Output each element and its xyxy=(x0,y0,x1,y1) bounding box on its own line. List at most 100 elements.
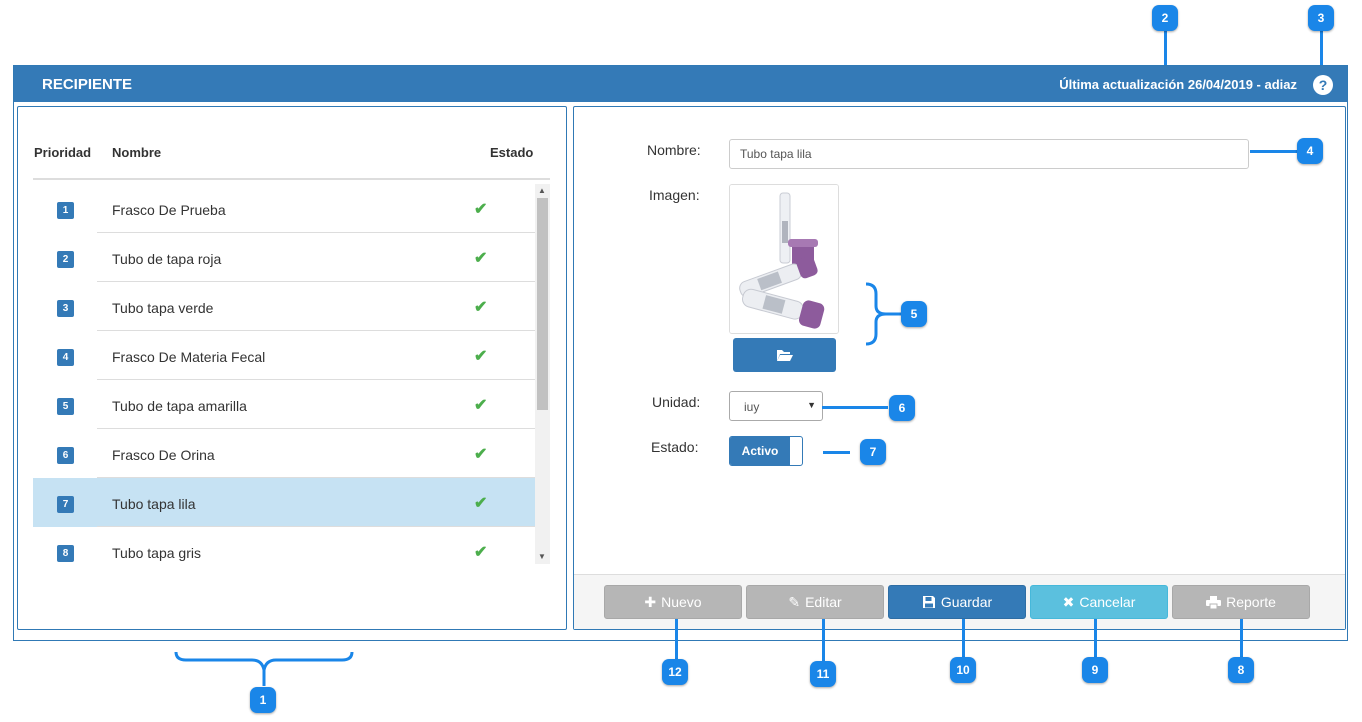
item-name: Tubo tapa gris xyxy=(112,545,201,561)
upload-image-button[interactable] xyxy=(733,338,836,372)
callout-2: 2 xyxy=(1152,5,1178,31)
callout-4-line xyxy=(1250,150,1298,153)
callout-8: 8 xyxy=(1228,657,1254,683)
scroll-thumb[interactable] xyxy=(537,198,548,410)
save-button-label: Guardar xyxy=(940,594,993,610)
item-name: Frasco De Orina xyxy=(112,447,215,463)
list-item[interactable]: 8 Tubo tapa gris ✔ xyxy=(33,527,535,564)
check-icon: ✔ xyxy=(474,348,488,365)
callout-7: 7 xyxy=(860,439,886,465)
scroll-down-icon[interactable]: ▼ xyxy=(538,553,546,561)
priority-badge: 6 xyxy=(57,447,74,464)
callout-3-line xyxy=(1320,30,1323,65)
name-label: Nombre: xyxy=(647,142,701,158)
callout-12-line xyxy=(675,619,678,661)
callout-5: 5 xyxy=(901,301,927,327)
pencil-icon: ✎ xyxy=(788,593,801,610)
list-item[interactable]: 4 Frasco De Materia Fecal ✔ xyxy=(33,331,535,380)
edit-button-label: Editar xyxy=(805,594,842,610)
page-title: RECIPIENTE xyxy=(42,76,133,93)
status-label: Estado: xyxy=(651,439,699,455)
recipient-form: Nombre: Imagen: xyxy=(573,106,1346,630)
item-name: Tubo de tapa amarilla xyxy=(112,398,247,414)
item-name: Frasco De Prueba xyxy=(112,202,226,218)
callout-7-line xyxy=(823,451,850,454)
callout-2-line xyxy=(1164,30,1167,65)
name-input[interactable] xyxy=(729,139,1249,169)
item-name: Frasco De Materia Fecal xyxy=(112,349,266,365)
x-icon: ✖ xyxy=(1062,593,1075,610)
new-button[interactable]: ✚ Nuevo xyxy=(604,585,742,619)
recipient-list: Prioridad Nombre Estado 1 Frasco De Prue… xyxy=(17,106,567,630)
list-scrollbar[interactable]: ▲ ▼ xyxy=(535,184,550,564)
callout-8-line xyxy=(1240,619,1243,661)
new-button-label: Nuevo xyxy=(661,594,702,610)
save-button[interactable]: Guardar xyxy=(888,585,1026,619)
edit-button[interactable]: ✎ Editar xyxy=(746,585,884,619)
callout-3: 3 xyxy=(1308,5,1334,31)
check-icon: ✔ xyxy=(474,250,488,267)
list-item[interactable]: 6 Frasco De Orina ✔ xyxy=(33,429,535,478)
callout-11-line xyxy=(822,619,825,661)
callout-1-brace xyxy=(174,651,354,686)
priority-badge: 5 xyxy=(57,398,74,415)
item-name: Tubo tapa lila xyxy=(112,496,196,512)
check-icon: ✔ xyxy=(474,446,488,463)
callout-11: 11 xyxy=(810,661,836,687)
priority-badge: 8 xyxy=(57,545,74,562)
unit-selected-value: iuy xyxy=(744,400,760,414)
last-update-text: Última actualización 26/04/2019 - adiaz xyxy=(1059,77,1297,92)
item-name: Tubo de tapa roja xyxy=(112,251,222,267)
callout-10: 10 xyxy=(950,657,976,683)
check-icon: ✔ xyxy=(474,544,488,561)
recipient-image xyxy=(729,184,839,334)
scroll-up-icon[interactable]: ▲ xyxy=(538,187,546,195)
callout-10-line xyxy=(962,619,965,657)
callout-6: 6 xyxy=(889,395,915,421)
check-icon: ✔ xyxy=(474,299,488,316)
list-item[interactable]: 3 Tubo tapa verde ✔ xyxy=(33,282,535,331)
cancel-button[interactable]: ✖ Cancelar xyxy=(1030,585,1168,619)
column-header-status: Estado xyxy=(490,145,534,160)
tube-image xyxy=(730,185,838,333)
priority-badge: 4 xyxy=(57,349,74,366)
floppy-disk-icon xyxy=(922,596,935,608)
panel-header: RECIPIENTE Última actualización 26/04/20… xyxy=(14,66,1347,102)
priority-badge: 2 xyxy=(57,251,74,268)
form-footer: ✚ Nuevo ✎ Editar Guardar ✖ Cancelar Repo… xyxy=(574,574,1345,629)
folder-open-icon xyxy=(776,350,793,361)
check-icon: ✔ xyxy=(474,495,488,512)
list-item-selected[interactable]: 7 Tubo tapa lila ✔ xyxy=(33,478,535,527)
report-button-label: Reporte xyxy=(1226,594,1276,610)
list-item[interactable]: 5 Tubo de tapa amarilla ✔ xyxy=(33,380,535,429)
priority-badge: 1 xyxy=(57,202,74,219)
header-divider xyxy=(33,178,550,180)
column-header-name: Nombre xyxy=(112,145,162,160)
item-name: Tubo tapa verde xyxy=(112,300,214,316)
printer-icon xyxy=(1206,595,1222,609)
plus-icon: ✚ xyxy=(644,593,657,610)
callout-5-brace xyxy=(865,282,902,346)
column-header-priority: Prioridad xyxy=(34,145,92,160)
chevron-down-icon: ▼ xyxy=(807,400,816,410)
priority-badge: 3 xyxy=(57,300,74,317)
unit-label: Unidad: xyxy=(652,394,701,410)
priority-badge: 7 xyxy=(57,496,74,513)
image-label: Imagen: xyxy=(649,187,700,203)
callout-9: 9 xyxy=(1082,657,1108,683)
status-toggle-label: Activo xyxy=(730,437,790,465)
list-item[interactable]: 2 Tubo de tapa roja ✔ xyxy=(33,233,535,282)
list-rows: 1 Frasco De Prueba ✔ 2 Tubo de tapa roja… xyxy=(33,184,535,564)
list-item[interactable]: 1 Frasco De Prueba ✔ xyxy=(33,184,535,233)
callout-6-line xyxy=(822,406,888,409)
cancel-button-label: Cancelar xyxy=(1079,594,1136,610)
callout-9-line xyxy=(1094,619,1097,661)
check-icon: ✔ xyxy=(474,201,488,218)
callout-1: 1 xyxy=(250,687,276,713)
callout-4: 4 xyxy=(1297,138,1323,164)
status-toggle[interactable]: Activo xyxy=(729,436,803,466)
unit-select[interactable]: iuy ▼ xyxy=(729,391,823,421)
check-icon: ✔ xyxy=(474,397,488,414)
report-button[interactable]: Reporte xyxy=(1172,585,1310,619)
help-icon[interactable]: ? xyxy=(1313,75,1333,95)
